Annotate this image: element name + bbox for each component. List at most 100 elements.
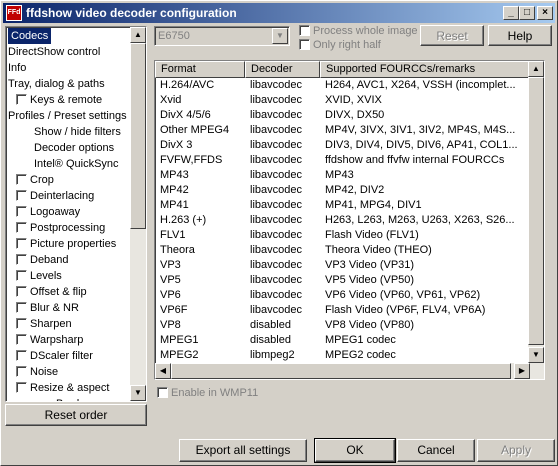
tree-item[interactable]: Deband <box>16 252 69 268</box>
table-row[interactable]: Other MPEG4 libavcodec MP4V, 3IVX, 3IV1, 3… <box>155 123 530 138</box>
tree-item[interactable]: Resize & aspect <box>16 380 109 396</box>
filter-enable-checkbox[interactable] <box>16 318 27 329</box>
cell-decoder[interactable]: libavcodec <box>245 243 320 258</box>
table-row[interactable]: MPEG1 disabled MPEG1 codec <box>155 333 530 348</box>
scroll-down-arrow-icon[interactable]: ▼ <box>130 385 146 401</box>
tree-item[interactable]: Keys & remote <box>16 92 102 108</box>
cell-decoder[interactable]: libavcodec <box>245 183 320 198</box>
tree-item[interactable]: DirectShow control <box>8 44 100 60</box>
cell-decoder[interactable]: libavcodec <box>245 303 320 318</box>
table-row[interactable]: MP43 libavcodec MP43 <box>155 168 530 183</box>
table-horizontal-scrollbar[interactable]: ◀ ▶ <box>155 363 530 379</box>
tree-item[interactable]: DScaler filter <box>16 348 93 364</box>
cell-decoder[interactable]: libavcodec <box>245 288 320 303</box>
cell-decoder[interactable]: libavcodec <box>245 228 320 243</box>
filter-enable-checkbox[interactable] <box>16 238 27 249</box>
scroll-left-arrow-icon[interactable]: ◀ <box>155 363 171 379</box>
filter-enable-checkbox[interactable] <box>16 286 27 297</box>
cell-decoder[interactable]: libavcodec <box>245 93 320 108</box>
scroll-up-arrow-icon[interactable]: ▲ <box>528 61 544 77</box>
cell-decoder[interactable]: libavcodec <box>245 78 320 93</box>
tree-item[interactable]: Show / hide filters <box>34 124 121 140</box>
column-header-format[interactable]: Format <box>155 61 245 78</box>
filter-enable-checkbox[interactable] <box>16 222 27 233</box>
table-row[interactable]: MP41 libavcodec MP41, MPG4, DIV1 <box>155 198 530 213</box>
reset-order-button[interactable]: Reset order <box>5 404 147 426</box>
scroll-down-arrow-icon[interactable]: ▼ <box>528 347 544 363</box>
table-row[interactable]: FVFW,FFDS libavcodec ffdshow and ffvfw int… <box>155 153 530 168</box>
process-whole-image-checkbox[interactable]: Process whole image <box>299 25 418 37</box>
preset-combo[interactable]: E6750 ▼ <box>154 26 290 46</box>
cell-decoder[interactable]: libavcodec <box>245 153 320 168</box>
codecs-table[interactable]: Format Decoder Supported FOURCCs/remarks… <box>154 60 545 380</box>
filter-enable-checkbox[interactable] <box>16 254 27 265</box>
cell-decoder[interactable]: libmpeg2 <box>245 348 320 363</box>
table-row[interactable]: VP6F libavcodec Flash Video (VP6F, FLV4, V… <box>155 303 530 318</box>
page-tree[interactable]: Codecs DirectShow control Info Tray, dialog… <box>5 26 147 402</box>
tree-item[interactable]: Decoder options <box>34 140 114 156</box>
table-row[interactable]: Theora libavcodec Theora Video (THEO) <box>155 243 530 258</box>
cell-decoder[interactable]: libavcodec <box>245 108 320 123</box>
table-row[interactable]: MP42 libavcodec MP42, DIV2 <box>155 183 530 198</box>
filter-enable-checkbox[interactable] <box>16 350 27 361</box>
table-row[interactable]: VP6 libavcodec VP6 Video (VP60, VP61, VP62… <box>155 288 530 303</box>
cell-decoder[interactable]: libavcodec <box>245 273 320 288</box>
minimize-button[interactable]: _ <box>503 6 519 20</box>
cancel-button[interactable]: Cancel <box>397 439 475 462</box>
tree-item[interactable]: Info <box>8 60 26 76</box>
filter-enable-checkbox[interactable] <box>16 206 27 217</box>
scroll-right-arrow-icon[interactable]: ▶ <box>514 363 530 379</box>
tree-item[interactable]: Borders <box>56 396 95 401</box>
tree-item[interactable]: Picture properties <box>16 236 116 252</box>
cell-decoder[interactable]: libavcodec <box>245 138 320 153</box>
table-row[interactable]: VP3 libavcodec VP3 Video (VP31) <box>155 258 530 273</box>
tree-item[interactable]: Warpsharp <box>16 332 83 348</box>
cell-decoder[interactable]: disabled <box>245 318 320 333</box>
cell-decoder[interactable]: libavcodec <box>245 213 320 228</box>
cell-decoder[interactable]: libavcodec <box>245 198 320 213</box>
table-row[interactable]: VP5 libavcodec VP5 Video (VP50) <box>155 273 530 288</box>
only-right-half-checkbox[interactable]: Only right half <box>299 39 381 51</box>
filter-enable-checkbox[interactable] <box>16 174 27 185</box>
maximize-button[interactable]: □ <box>519 6 535 20</box>
close-button[interactable]: × <box>537 6 553 20</box>
filter-enable-checkbox[interactable] <box>16 94 27 105</box>
tree-item[interactable]: Crop <box>16 172 54 188</box>
tree-item[interactable]: Profiles / Preset settings <box>8 108 127 124</box>
tree-item[interactable]: Noise <box>16 364 58 380</box>
column-header-decoder[interactable]: Decoder <box>245 61 320 78</box>
cell-decoder[interactable]: libavcodec <box>245 168 320 183</box>
tree-vertical-scrollbar[interactable]: ▲ ▼ <box>130 27 146 401</box>
filter-enable-checkbox[interactable] <box>16 270 27 281</box>
column-header-remarks[interactable]: Supported FOURCCs/remarks <box>320 61 530 78</box>
table-row[interactable]: MPEG2 libmpeg2 MPEG2 codec <box>155 348 530 363</box>
export-all-settings-button[interactable]: Export all settings <box>179 439 307 462</box>
filter-enable-checkbox[interactable] <box>16 302 27 313</box>
reset-button[interactable]: Reset <box>420 25 484 46</box>
help-button[interactable]: Help <box>488 25 552 46</box>
tree-scroll-thumb[interactable] <box>130 43 146 229</box>
table-row[interactable]: VP8 disabled VP8 Video (VP80) <box>155 318 530 333</box>
tree-item[interactable]: Intel® QuickSync <box>34 156 119 172</box>
table-row[interactable]: H.263 (+) libavcodec H263, L263, M263, U26… <box>155 213 530 228</box>
table-row[interactable]: H.264/AVC libavcodec H264, AVC1, X264, VSS… <box>155 78 530 93</box>
chevron-down-icon[interactable]: ▼ <box>272 28 288 44</box>
table-row[interactable]: DivX 3 libavcodec DIV3, DIV4, DIV5, DIV6, … <box>155 138 530 153</box>
tree-item[interactable]: Blur & NR <box>16 300 79 316</box>
table-row[interactable]: DivX 4/5/6 libavcodec DIVX, DX50 <box>155 108 530 123</box>
table-row[interactable]: Xvid libavcodec XVID, XVIX <box>155 93 530 108</box>
cell-decoder[interactable]: libavcodec <box>245 258 320 273</box>
table-scroll-thumb[interactable] <box>528 77 544 345</box>
apply-button[interactable]: Apply <box>477 439 555 462</box>
table-vertical-scrollbar[interactable]: ▲ ▼ <box>528 61 544 379</box>
tree-item[interactable]: Logoaway <box>16 204 80 220</box>
table-row[interactable]: FLV1 libavcodec Flash Video (FLV1) <box>155 228 530 243</box>
tree-item[interactable]: Tray, dialog & paths <box>8 76 105 92</box>
tree-item[interactable]: Codecs <box>8 28 52 44</box>
tree-item[interactable]: Levels <box>16 268 62 284</box>
tree-item[interactable]: Sharpen <box>16 316 72 332</box>
cell-decoder[interactable]: disabled <box>245 333 320 348</box>
filter-enable-checkbox[interactable] <box>16 190 27 201</box>
filter-enable-checkbox[interactable] <box>16 382 27 393</box>
title-bar[interactable]: FFd ffdshow video decoder configuration … <box>3 3 555 23</box>
